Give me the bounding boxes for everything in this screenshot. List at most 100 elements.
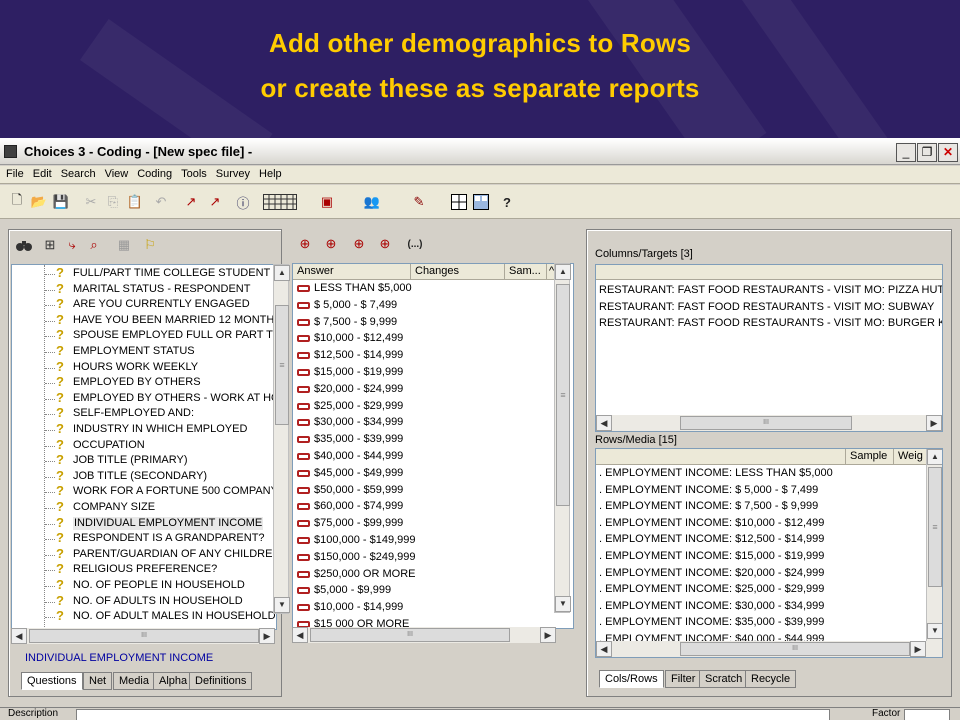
question-item[interactable]: ? COMPANY SIZE [12,500,274,516]
code-spec-icon[interactable]: ↗ [182,193,200,211]
hscroll-thumb[interactable]: III [680,416,852,430]
calculator-icon[interactable]: ▦ [115,236,133,254]
question-item[interactable]: ? INDUSTRY IN WHICH EMPLOYED [12,422,274,438]
factor-field[interactable] [904,709,950,720]
question-item[interactable]: ? MARITAL STATUS - RESPONDENT [12,282,274,298]
description-field[interactable] [76,709,830,720]
tag-icon[interactable]: ⚐ [141,236,159,254]
question-item[interactable]: ? NO. OF ADULT MALES IN HOUSEHOLD [12,609,276,625]
tab-scratch[interactable]: Scratch [699,670,749,688]
scroll-up-button[interactable]: ▲ [274,265,290,281]
undo-icon[interactable]: ↶ [152,193,170,211]
rows-scrollbar[interactable]: ▲ ≡ ▼ [926,449,942,641]
cut-icon[interactable]: ✂ [82,193,100,211]
layout-window-icon[interactable] [472,193,490,211]
binoculars-icon[interactable] [15,236,33,254]
question-item[interactable]: ? EMPLOYED BY OTHERS - WORK AT HOME [12,391,276,407]
scroll-right-button[interactable]: ▶ [910,641,926,657]
question-item[interactable]: ? RESPONDENT IS A GRANDPARENT? [12,531,274,547]
info-icon[interactable]: ⓘ [234,193,252,211]
grid-icon[interactable] [262,193,298,211]
scroll-right-button[interactable]: ▶ [926,415,942,431]
layout-split-icon[interactable] [450,193,468,211]
questions-scrollbar[interactable]: ▲ ≡ ▼ [273,264,290,614]
column-weight[interactable]: Weig [894,449,928,465]
column-answer[interactable]: Answer [293,264,411,280]
question-item[interactable]: ? NO. OF ADULTS IN HOUSEHOLD [12,594,274,610]
question-item[interactable]: ? ARE YOU CURRENTLY ENGAGED [12,297,274,313]
question-item[interactable]: ? HAVE YOU BEEN MARRIED 12 MONTHS O [12,313,276,329]
question-item[interactable]: ? JOB TITLE (SECONDARY) [12,469,274,485]
copy-icon[interactable]: ⎘ [104,193,122,211]
row-media-item[interactable]: . EMPLOYMENT INCOME: $ 5,000 - $ 7,499 [599,483,818,500]
scroll-down-button[interactable]: ▼ [555,596,571,612]
menu-tools[interactable]: Tools [177,166,212,180]
tab-recycle[interactable]: Recycle [745,670,797,688]
menu-coding[interactable]: Coding [133,166,177,180]
scroll-right-button[interactable]: ▶ [259,628,275,644]
menu-file[interactable]: File [2,166,29,180]
run-spec-icon[interactable]: ↗ [206,193,224,211]
scroll-thumb[interactable]: ≡ [275,305,289,425]
restore-button[interactable]: ❐ [917,143,937,162]
tab-definitions[interactable]: Definitions [189,672,253,690]
question-item[interactable]: ? WORK FOR A FORTUNE 500 COMPANY [12,484,276,500]
row-media-item[interactable]: . EMPLOYMENT INCOME: $ 7,500 - $ 9,999 [599,499,818,516]
question-item[interactable]: ? PARENT/GUARDIAN OF ANY CHILDREN? [12,547,276,563]
tree-find-icon[interactable]: ⌕ [85,236,103,254]
scroll-thumb[interactable]: ≡ [928,467,942,587]
row-media-item[interactable]: . EMPLOYMENT INCOME: $25,000 - $29,999 [599,582,824,599]
chart-icon[interactable]: ▣ [318,193,336,211]
row-media-item[interactable]: . EMPLOYMENT INCOME: $12,500 - $14,999 [599,532,824,549]
columns-hscrollbar[interactable]: ◀ III ▶ [596,415,942,431]
column-target-item[interactable]: RESTAURANT: FAST FOOD RESTAURANTS - VISI… [599,283,942,300]
questions-hscrollbar[interactable]: ◀ III ▶ [11,628,275,644]
tab-questions[interactable]: Questions [21,672,83,690]
answers-hscrollbar[interactable]: ◀ III ▶ [292,627,556,643]
column-target-item[interactable]: RESTAURANT: FAST FOOD RESTAURANTS - VISI… [599,316,942,333]
menu-edit[interactable]: Edit [29,166,57,180]
menu-help[interactable]: Help [255,166,287,180]
row-media-item[interactable]: . EMPLOYMENT INCOME: $10,000 - $12,499 [599,516,824,533]
question-item[interactable]: ? SELF-EMPLOYED AND: [12,406,274,422]
column-changes[interactable]: Changes [411,264,505,280]
question-item[interactable]: ? NO. OF PEOPLE IN HOUSEHOLD [12,578,274,594]
tree-expand-icon[interactable]: ⊞ [41,236,59,254]
scroll-down-button[interactable]: ▼ [927,623,942,639]
rows-hscrollbar[interactable]: ◀ III ▶ [596,641,942,657]
question-item[interactable]: ? EMPLOYMENT STATUS [12,344,274,360]
question-item[interactable]: ? EMPLOYED BY OTHERS [12,375,274,391]
row-media-item[interactable]: . EMPLOYMENT INCOME: $15,000 - $19,999 [599,549,824,566]
add-answer-icon[interactable]: ⊕ [296,235,314,253]
menu-search[interactable]: Search [57,166,101,180]
add-range-icon[interactable]: ⊕ [350,235,368,253]
edit-table-icon[interactable]: ✎ [404,193,434,211]
question-item[interactable]: ? OCCUPATION [12,438,274,454]
column-target-item[interactable]: RESTAURANT: FAST FOOD RESTAURANTS - VISI… [599,300,934,317]
column-sample[interactable]: Sam... [505,264,547,280]
add-group-icon[interactable]: ⊕ [376,235,394,253]
people-icon[interactable]: 👥 [352,193,392,211]
row-media-item[interactable]: . EMPLOYMENT INCOME: $30,000 - $34,999 [599,599,824,616]
tab-alpha[interactable]: Alpha [153,672,194,690]
column-sample[interactable]: Sample [846,449,894,465]
menu-view[interactable]: View [101,166,134,180]
tab-net[interactable]: Net [83,672,113,690]
paste-icon[interactable]: 📋 [126,193,144,211]
scroll-left-button[interactable]: ◀ [596,415,612,431]
hscroll-thumb[interactable]: III [310,628,510,642]
scroll-up-button[interactable]: ▲ [927,449,942,465]
hscroll-thumb[interactable]: III [29,629,259,643]
scroll-left-button[interactable]: ◀ [292,627,308,643]
scroll-left-button[interactable]: ◀ [11,628,27,644]
question-item[interactable]: ? HOURS WORK WEEKLY [12,360,274,376]
question-item[interactable]: ? FULL/PART TIME COLLEGE STUDENT CU [12,266,276,282]
question-item[interactable]: ? RELIGIOUS PREFERENCE? [12,562,274,578]
help-icon[interactable]: ? [498,193,516,211]
new-file-icon[interactable]: 🗋 [8,192,26,211]
scroll-up-button[interactable]: ▲ [555,264,571,280]
row-media-item[interactable]: . EMPLOYMENT INCOME: $35,000 - $39,999 [599,615,824,632]
scroll-down-button[interactable]: ▼ [274,597,290,613]
open-folder-icon[interactable]: 📂 [30,193,48,211]
tab-filter[interactable]: Filter [665,670,702,688]
